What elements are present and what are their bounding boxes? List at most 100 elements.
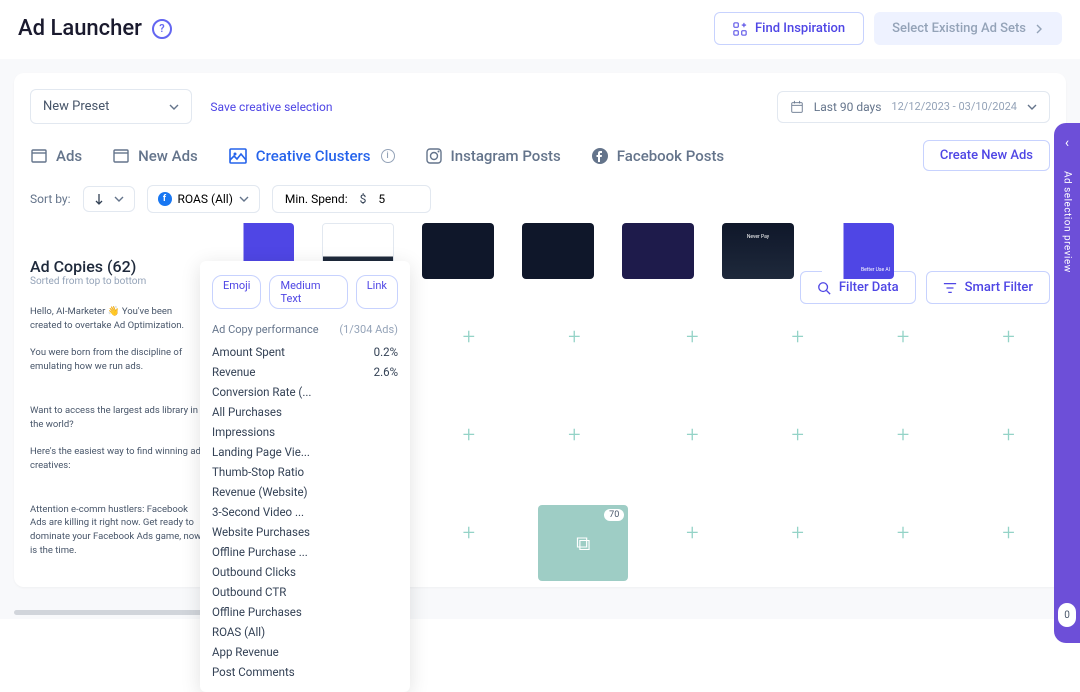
- chevron-left-icon: ‹: [1065, 135, 1069, 151]
- metric-item[interactable]: Amount Spent0.2%: [200, 342, 410, 362]
- metric-item[interactable]: Thumb-Stop Ratio: [200, 462, 410, 482]
- copy-item[interactable]: Hello, AI-Marketer 👋 You've been created…: [30, 305, 208, 374]
- find-inspiration-button[interactable]: Find Inspiration: [714, 12, 864, 45]
- add-cell[interactable]: +: [762, 309, 834, 365]
- side-preview-panel[interactable]: ‹ Ad selection preview 0: [1054, 123, 1080, 643]
- ad-thumbnail[interactable]: [522, 223, 594, 279]
- header-actions: Find Inspiration Select Existing Ad Sets: [714, 12, 1062, 45]
- tab-facebook[interactable]: Facebook Posts: [591, 143, 724, 169]
- tab-creative-clusters[interactable]: Creative Clusters i: [228, 142, 395, 170]
- plus-icon: +: [568, 423, 580, 448]
- plus-icon: +: [1002, 325, 1014, 350]
- metric-item[interactable]: Revenue (Website): [200, 482, 410, 502]
- metric-item[interactable]: Landing Page Vie...: [200, 442, 410, 462]
- help-icon[interactable]: ?: [152, 19, 172, 39]
- tag-link[interactable]: Link: [356, 275, 398, 309]
- plus-icon: +: [897, 521, 909, 546]
- plus-icon: +: [686, 423, 698, 448]
- filter-icon: [943, 281, 957, 295]
- controls-row: New Preset Save creative selection Last …: [30, 89, 1050, 124]
- arrow-down-icon: [94, 193, 104, 205]
- ad-thumbnail[interactable]: Better Use AI: [822, 223, 894, 279]
- page-title: Ad Launcher: [18, 16, 142, 41]
- add-cell[interactable]: +: [867, 407, 939, 463]
- add-cell[interactable]: +: [762, 407, 834, 463]
- add-cell[interactable]: +: [973, 505, 1045, 561]
- page-header: Ad Launcher ? Find Inspiration Select Ex…: [0, 0, 1080, 59]
- sort-direction[interactable]: [83, 186, 135, 212]
- metric-item[interactable]: Conversion Rate (...: [200, 382, 410, 402]
- min-spend-input[interactable]: [378, 192, 418, 206]
- metric-item[interactable]: Offline Purchase ...: [200, 542, 410, 562]
- add-cell[interactable]: +: [762, 505, 834, 561]
- metric-item[interactable]: All Purchases: [200, 402, 410, 422]
- find-inspiration-label: Find Inspiration: [755, 21, 845, 36]
- add-cell[interactable]: +: [538, 309, 610, 365]
- smart-filter-label: Smart Filter: [965, 280, 1033, 295]
- metric-item[interactable]: Impressions: [200, 422, 410, 442]
- add-cell[interactable]: +: [867, 505, 939, 561]
- select-existing-button: Select Existing Ad Sets: [874, 12, 1062, 45]
- plus-icon: +: [791, 521, 803, 546]
- metric-item[interactable]: App Revenue: [200, 642, 410, 662]
- copy-item[interactable]: Want to access the largest ads library i…: [30, 404, 208, 473]
- add-cell[interactable]: +: [433, 407, 505, 463]
- filter-row: Sort by: f ROAS (All) Min. Spend: $: [30, 185, 1050, 213]
- plus-icon: +: [897, 423, 909, 448]
- add-cell[interactable]: +: [433, 309, 505, 365]
- rectangle-icon: [30, 147, 48, 165]
- tabs-row: Ads New Ads Creative Clusters i Instagra…: [30, 140, 1050, 171]
- tag-emoji[interactable]: Emoji: [212, 275, 261, 309]
- tab-instagram[interactable]: Instagram Posts: [425, 143, 561, 169]
- metric-item[interactable]: Revenue2.6%: [200, 362, 410, 382]
- preset-select[interactable]: New Preset: [30, 89, 192, 124]
- smart-filter-button[interactable]: Smart Filter: [926, 271, 1050, 304]
- instagram-icon: [425, 147, 443, 165]
- add-cell[interactable]: +: [656, 407, 728, 463]
- metric-item[interactable]: Outbound CTR: [200, 582, 410, 602]
- info-icon[interactable]: i: [381, 149, 395, 163]
- tab-ads[interactable]: Ads: [30, 143, 82, 169]
- create-new-ads-button[interactable]: Create New Ads: [923, 140, 1050, 171]
- add-cell[interactable]: +: [656, 505, 728, 561]
- metric-item[interactable]: ROAS (All): [200, 622, 410, 642]
- create-new-label: Create New Ads: [940, 148, 1033, 163]
- copy-item[interactable]: Attention e-comm hustlers: Facebook Ads …: [30, 503, 208, 558]
- metric-item[interactable]: 3-Second Video ...: [200, 502, 410, 522]
- save-creative-link[interactable]: Save creative selection: [210, 100, 332, 114]
- add-cell[interactable]: +: [538, 407, 610, 463]
- tag-medium-text[interactable]: Medium Text: [269, 275, 347, 309]
- ad-copies-sidebar: Ad Copies (62) Sorted from top to bottom…: [30, 223, 208, 581]
- add-cell[interactable]: +: [433, 505, 505, 561]
- calendar-icon: [790, 100, 804, 114]
- copies-subtitle: Sorted from top to bottom: [30, 276, 208, 287]
- upload-cell[interactable]: 70⧉: [538, 505, 628, 581]
- metric-item[interactable]: Post Comments: [200, 662, 410, 682]
- tab-new-ads[interactable]: New Ads: [112, 143, 198, 169]
- facebook-icon: [591, 147, 609, 165]
- metric-item[interactable]: Outbound Clicks: [200, 562, 410, 582]
- tag-row: Emoji Medium Text Link: [200, 271, 410, 319]
- plus-icon: +: [791, 423, 803, 448]
- header-left: Ad Launcher ?: [18, 16, 172, 41]
- plus-icon: +: [1002, 423, 1014, 448]
- add-cell[interactable]: +: [973, 407, 1045, 463]
- ad-thumbnail[interactable]: [422, 223, 494, 279]
- plus-icon: +: [463, 423, 475, 448]
- roas-select[interactable]: f ROAS (All): [147, 185, 260, 213]
- metric-item[interactable]: Website Purchases: [200, 522, 410, 542]
- search-icon: [817, 281, 831, 295]
- plus-icon: +: [897, 325, 909, 350]
- add-cell[interactable]: +: [867, 309, 939, 365]
- chevron-right-icon: [1034, 24, 1044, 34]
- ad-thumbnail[interactable]: [622, 223, 694, 279]
- ad-thumbnail[interactable]: Never Pay: [722, 223, 794, 279]
- add-cell[interactable]: +: [656, 309, 728, 365]
- add-cell[interactable]: +: [973, 309, 1045, 365]
- side-panel-count: 0: [1058, 603, 1076, 627]
- preset-label: New Preset: [43, 99, 109, 114]
- metrics-list: Amount Spent0.2%Revenue2.6%Conversion Ra…: [200, 342, 410, 682]
- tab-new-ads-label: New Ads: [138, 147, 198, 165]
- metric-item[interactable]: Offline Purchases: [200, 602, 410, 622]
- date-selector[interactable]: Last 90 days 12/12/2023 - 03/10/2024: [777, 91, 1050, 123]
